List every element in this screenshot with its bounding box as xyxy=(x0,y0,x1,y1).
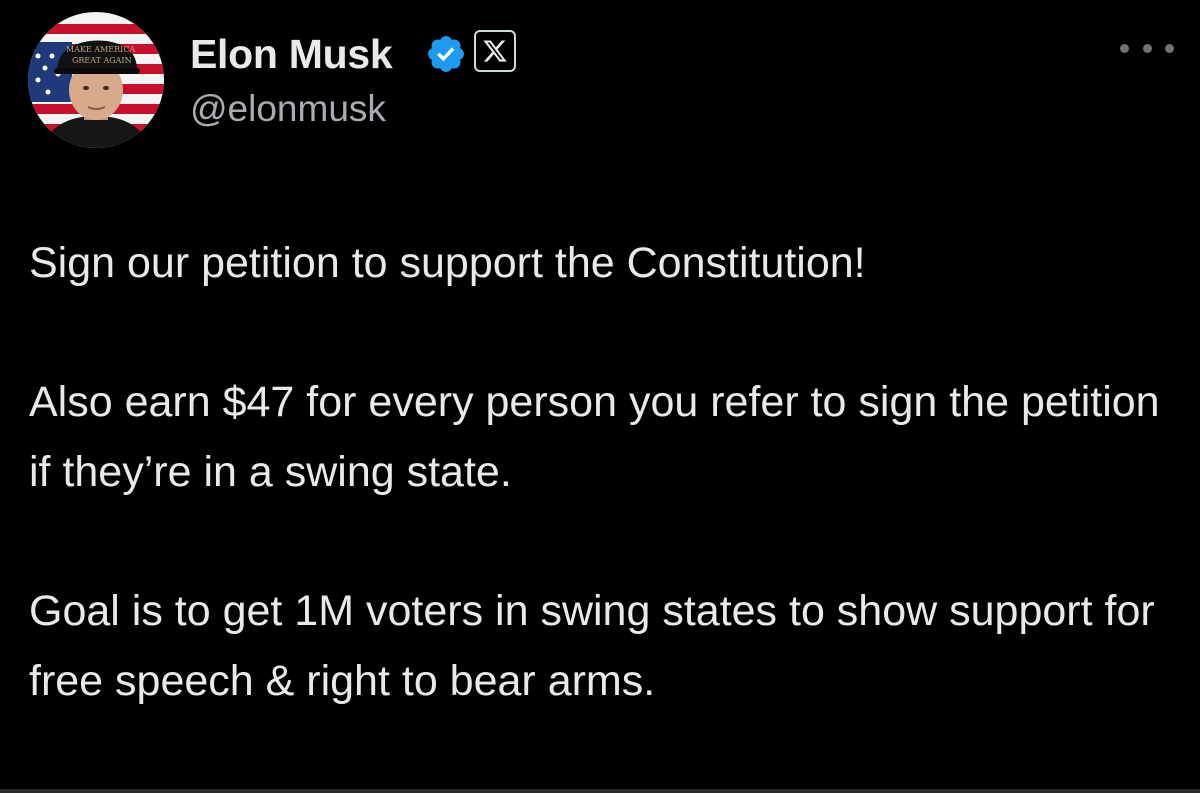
avatar[interactable]: MAKE AMERICA GREAT AGAIN xyxy=(28,12,164,148)
tweet-text: Sign our petition to support the Constit… xyxy=(29,228,1179,716)
affiliate-badge[interactable] xyxy=(474,30,516,72)
display-name[interactable]: Elon Musk xyxy=(190,26,393,82)
verified-badge-icon[interactable] xyxy=(425,33,467,75)
more-dot-icon xyxy=(1120,43,1129,53)
tweet-card: MAKE AMERICA GREAT AGAIN Elon Musk @elon… xyxy=(0,0,1200,793)
more-dot-icon xyxy=(1142,43,1152,53)
tweet-paragraph: Also earn $47 for every person you refer… xyxy=(29,378,1160,496)
more-dot-icon xyxy=(1165,43,1174,53)
hat-text-line1: MAKE AMERICA xyxy=(66,45,135,54)
x-logo-icon xyxy=(483,40,507,62)
bottom-divider xyxy=(0,789,1200,793)
tweet-paragraph: Sign our petition to support the Constit… xyxy=(29,239,866,287)
hat-text-line2: GREAT AGAIN xyxy=(72,56,132,65)
tweet-paragraph: Goal is to get 1M voters in swing states… xyxy=(29,587,1155,705)
avatar-image: MAKE AMERICA GREAT AGAIN xyxy=(28,12,164,148)
more-options-button[interactable] xyxy=(1120,34,1174,62)
user-handle[interactable]: @elonmusk xyxy=(190,84,386,134)
